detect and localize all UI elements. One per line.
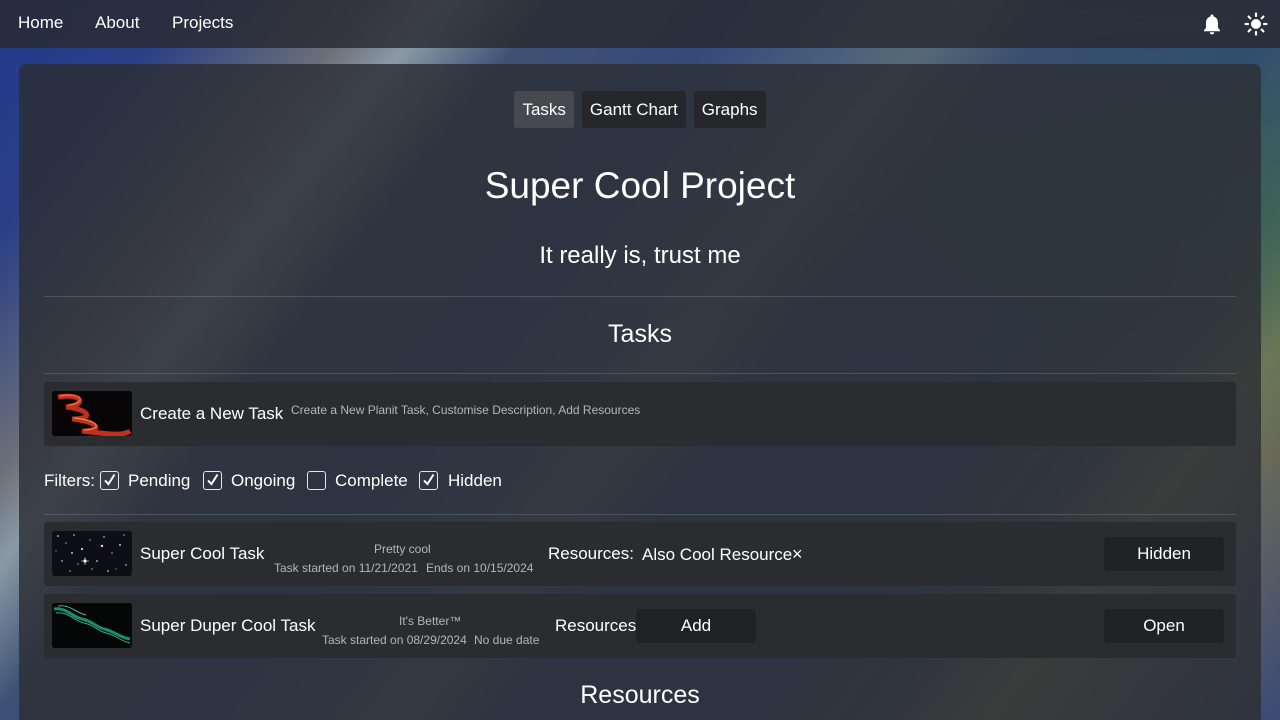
resources-heading: Resources xyxy=(580,681,700,709)
filter-ongoing-label[interactable]: Ongoing xyxy=(231,471,295,491)
tasks-heading: Tasks xyxy=(608,320,672,348)
bell-icon[interactable] xyxy=(1200,12,1224,36)
filter-ongoing-checkbox[interactable] xyxy=(203,471,222,490)
task-thumbnail xyxy=(52,531,132,576)
nav-projects-link[interactable]: Projects xyxy=(172,13,233,33)
task-end-date: Ends on 10/15/2024 xyxy=(426,561,534,575)
create-task-row[interactable]: Create a New Task Create a New Planit Ta… xyxy=(44,382,1236,446)
project-title: Super Cool Project xyxy=(484,165,796,206)
filter-hidden-label[interactable]: Hidden xyxy=(448,471,502,491)
filter-complete-label[interactable]: Complete xyxy=(335,471,408,491)
task-start-date: Task started on 11/21/2021 xyxy=(274,561,418,575)
task-row[interactable]: Super Cool Task Pretty cool Task started… xyxy=(44,522,1236,586)
resources-label: Resources: xyxy=(555,616,641,635)
remove-resource-icon[interactable]: × xyxy=(792,544,803,565)
create-task-thumbnail xyxy=(52,391,132,436)
task-status-button[interactable]: Hidden xyxy=(1104,537,1224,571)
task-end-date: No due date xyxy=(474,633,540,647)
task-start-date: Task started on 08/29/2024 xyxy=(322,633,467,647)
project-subtitle: It really is, trust me xyxy=(539,242,741,269)
filters-label: Filters: xyxy=(44,471,95,490)
resource-tag[interactable]: Also Cool Resource xyxy=(642,545,792,565)
divider xyxy=(44,296,1236,297)
add-resource-button[interactable]: Add xyxy=(636,609,756,643)
tab-gantt-chart[interactable]: Gantt Chart xyxy=(581,91,686,128)
tab-graphs[interactable]: Graphs xyxy=(693,91,766,128)
task-description: It's Better™ xyxy=(399,614,462,628)
nav-home-link[interactable]: Home xyxy=(18,13,63,33)
task-thumbnail xyxy=(52,603,132,648)
task-status-button[interactable]: Open xyxy=(1104,609,1224,643)
tab-tasks[interactable]: Tasks xyxy=(514,91,574,128)
task-title: Super Duper Cool Task xyxy=(140,616,316,635)
filter-complete-checkbox[interactable] xyxy=(307,471,326,490)
filter-hidden-checkbox[interactable] xyxy=(419,471,438,490)
create-task-title: Create a New Task xyxy=(140,404,284,423)
task-description: Pretty cool xyxy=(374,542,431,556)
task-title: Super Cool Task xyxy=(140,544,265,563)
view-tabs: Tasks Gantt Chart Graphs xyxy=(19,91,1261,128)
task-row[interactable]: Super Duper Cool Task It's Better™ Task … xyxy=(44,594,1236,658)
sun-icon[interactable] xyxy=(1244,12,1268,36)
divider xyxy=(44,514,1236,515)
filter-pending-checkbox[interactable] xyxy=(100,471,119,490)
filter-pending-label[interactable]: Pending xyxy=(128,471,190,491)
nav-about-link[interactable]: About xyxy=(95,13,139,33)
create-task-description: Create a New Planit Task, Customise Desc… xyxy=(291,403,641,417)
resources-label: Resources: xyxy=(548,544,634,563)
project-panel: Tasks Gantt Chart Graphs Super Cool Projec… xyxy=(19,64,1261,720)
top-navbar: Home About Projects xyxy=(0,0,1280,48)
divider xyxy=(44,373,1236,374)
